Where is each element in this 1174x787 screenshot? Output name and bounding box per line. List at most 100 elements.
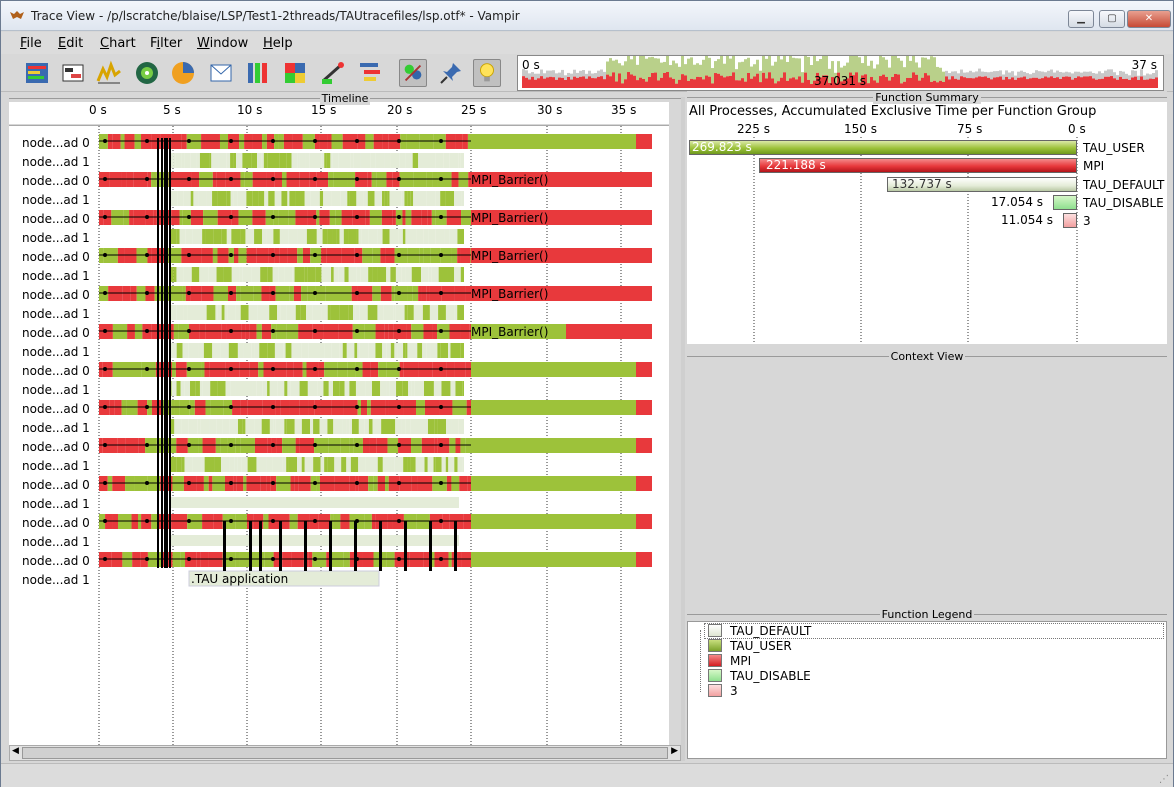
fs-bar-tau-disable[interactable] (1053, 195, 1077, 210)
timeline-segment (382, 343, 387, 358)
splitter[interactable] (681, 97, 685, 761)
menu-chart[interactable]: Chart (100, 36, 136, 51)
menu-help[interactable]: Help (263, 36, 293, 51)
legend-item-tau-disable[interactable]: TAU_DISABLE (708, 669, 811, 683)
process-label[interactable]: node...ad 0 (22, 402, 90, 416)
timeline-segment (382, 457, 392, 472)
overview-bar (1116, 75, 1119, 80)
process-label[interactable]: node...ad 1 (22, 155, 90, 169)
timeline-segment (358, 457, 366, 472)
maximize-button[interactable]: ▢ (1099, 10, 1125, 28)
process-summary-icon[interactable] (244, 59, 272, 87)
overview-bar (879, 56, 882, 77)
call-tree-icon[interactable] (356, 59, 384, 87)
legend-item-tau-user[interactable]: TAU_USER (708, 639, 792, 653)
overview-bar (948, 79, 951, 88)
menu-file[interactable]: File (20, 36, 42, 51)
overview-bar (921, 77, 924, 88)
master-timeline-icon[interactable] (23, 59, 51, 87)
process-label[interactable]: node...ad 0 (22, 478, 90, 492)
timeline-segment (369, 457, 378, 472)
filter-icon[interactable] (399, 59, 427, 87)
process-label[interactable]: node...ad 0 (22, 288, 90, 302)
timeline-segment (386, 343, 391, 358)
process-label[interactable]: node...ad 1 (22, 421, 90, 435)
timeline-segment (188, 419, 198, 434)
message-summary-icon[interactable] (207, 59, 235, 87)
timeline-segment (333, 267, 339, 282)
overview-bar (918, 67, 921, 81)
legend-item-3[interactable]: 3 (708, 684, 738, 698)
process-label[interactable]: node...ad 1 (22, 193, 90, 207)
process-timeline-icon[interactable] (59, 59, 87, 87)
legend-item-mpi[interactable]: MPI (708, 654, 751, 668)
message-dot (271, 519, 275, 523)
legend-item-tau-default[interactable]: TAU_DEFAULT (708, 624, 811, 638)
overview-bar (729, 75, 732, 88)
timeline-segment (234, 457, 238, 472)
menu-filter[interactable]: Filter (150, 36, 182, 51)
scroll-right-icon[interactable]: ▶ (671, 746, 678, 756)
overview-bar (957, 79, 960, 88)
close-button[interactable]: ✕ (1127, 10, 1171, 28)
timeline-segment (342, 419, 347, 434)
timeline-segment (471, 362, 636, 377)
zoom-overview[interactable]: 0 s 37 s 37.031 s (517, 55, 1164, 91)
pin-icon[interactable] (437, 59, 465, 87)
process-label[interactable]: node...ad 0 (22, 136, 90, 150)
process-label[interactable]: node...ad 0 (22, 364, 90, 378)
menu-edit[interactable]: Edit (58, 36, 83, 51)
process-label[interactable]: node...ad 0 (22, 326, 90, 340)
communication-matrix-icon[interactable] (281, 59, 309, 87)
io-events-icon[interactable] (319, 59, 347, 87)
process-label[interactable]: node...ad 1 (22, 497, 90, 511)
overview-bar (1023, 71, 1026, 77)
timeline-chart[interactable]: node...ad 0 node...ad 1 node...ad 0 node...… (9, 125, 669, 746)
process-label[interactable]: node...ad 0 (22, 554, 90, 568)
scrollbar-thumb[interactable] (22, 747, 668, 759)
process-label[interactable]: node...ad 1 (22, 573, 90, 587)
process-label[interactable]: node...ad 0 (22, 250, 90, 264)
timeline-segment (455, 381, 463, 396)
process-label[interactable]: node...ad 0 (22, 212, 90, 226)
timeline-scrollbar[interactable]: ◀ ▶ (9, 745, 681, 761)
lightbulb-icon[interactable] (473, 59, 501, 87)
timeline-segment (426, 343, 431, 358)
timeline-segment (279, 229, 289, 244)
function-summary-icon[interactable] (169, 59, 197, 87)
minimize-button[interactable]: ▁ (1068, 10, 1094, 28)
timeline-segment (231, 229, 241, 244)
scroll-left-icon[interactable]: ◀ (12, 746, 19, 756)
process-label[interactable]: node...ad 1 (22, 345, 90, 359)
process-label[interactable]: node...ad 1 (22, 307, 90, 321)
menu-window[interactable]: Window (197, 36, 248, 51)
overview-bar (531, 76, 534, 88)
fs-bar-3[interactable] (1063, 213, 1077, 228)
fs-value-tau-user: 269.823 s (692, 140, 752, 154)
process-label[interactable]: node...ad 1 (22, 459, 90, 473)
overview-bar (936, 66, 939, 83)
message-dot (355, 405, 359, 409)
process-label[interactable]: node...ad 0 (22, 516, 90, 530)
process-label[interactable]: node...ad 0 (22, 174, 90, 188)
process-label[interactable]: node...ad 1 (22, 535, 90, 549)
performance-radar-icon[interactable] (133, 59, 161, 87)
process-label[interactable]: node...ad 1 (22, 383, 90, 397)
timeline-segment (285, 343, 289, 358)
timeline-segment (306, 229, 317, 244)
timeline-segment (190, 191, 194, 206)
process-label[interactable]: node...ad 1 (22, 231, 90, 245)
message-dot (229, 215, 233, 219)
process-label[interactable]: node...ad 1 (22, 269, 90, 283)
resize-grip-icon[interactable]: ⋰ (1159, 774, 1169, 785)
overview-bar (606, 74, 609, 88)
timeline-segment (322, 229, 328, 244)
timeline-segment (420, 191, 427, 206)
context-view-title: Context View (888, 350, 966, 363)
process-label[interactable]: node...ad 0 (22, 440, 90, 454)
overview-bar (1002, 74, 1005, 80)
overview-bar (546, 77, 549, 88)
overview-bar (942, 81, 945, 88)
counter-timeline-icon[interactable] (95, 59, 123, 87)
timeline-segment (300, 305, 307, 320)
